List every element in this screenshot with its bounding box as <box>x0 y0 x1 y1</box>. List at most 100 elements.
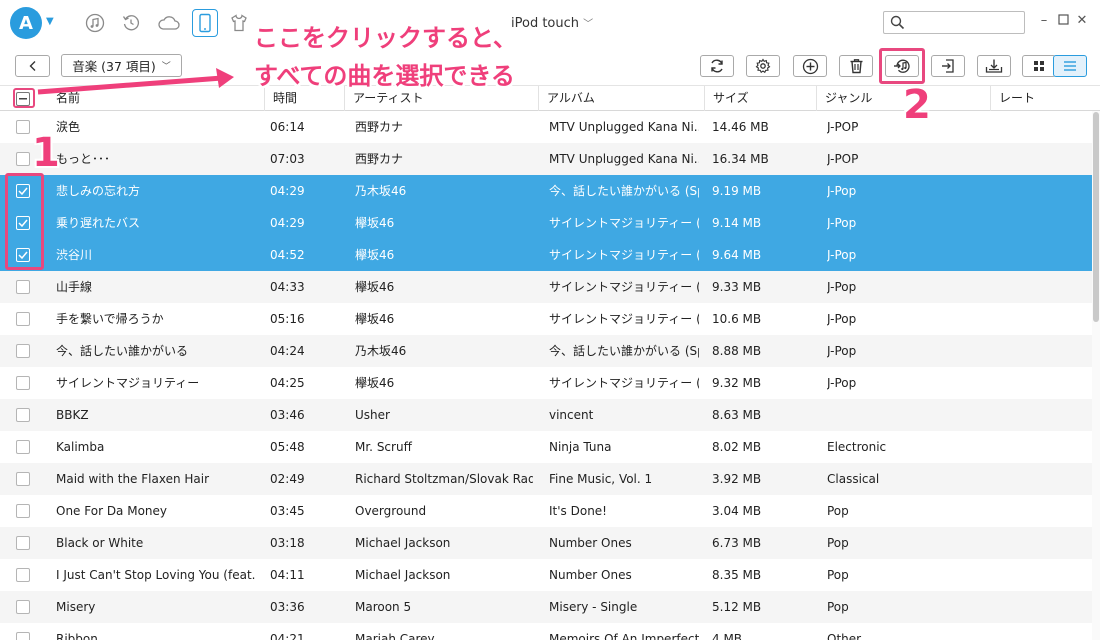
close-icon[interactable]: ✕ <box>1075 14 1089 28</box>
import-button[interactable] <box>931 55 965 77</box>
table-row[interactable]: 渋谷川 04:52 欅坂46 サイレントマジョリティー (Spec... 9.64 MB… <box>0 239 1092 271</box>
annotation-text-line2: すべての曲を選択できる <box>254 62 515 90</box>
annotation-arrow-icon <box>37 68 234 95</box>
cell-size: 9.32 MB <box>712 376 762 390</box>
device-icon[interactable] <box>192 9 218 37</box>
cell-artist: 欅坂46 <box>355 312 395 326</box>
cell-artist: Richard Stoltzman/Slovak Radi... <box>355 472 533 486</box>
settings-button[interactable] <box>746 55 780 77</box>
minimize-icon[interactable]: – <box>1037 14 1051 28</box>
cell-time: 05:16 <box>270 312 305 326</box>
row-checkbox[interactable] <box>16 120 30 134</box>
scrollbar-thumb[interactable] <box>1093 112 1099 322</box>
cell-album: Fine Music, Vol. 1 <box>549 472 653 486</box>
cell-name: Ribbon <box>56 632 98 640</box>
row-checkbox[interactable] <box>16 344 30 358</box>
maximize-icon[interactable] <box>1056 14 1070 28</box>
cell-time: 04:33 <box>270 280 305 294</box>
table-row[interactable]: Maid with the Flaxen Hair 02:49 Richard St… <box>0 463 1092 495</box>
column-header-album[interactable]: アルバム <box>538 86 704 111</box>
annotation-highlight-select-all <box>13 88 35 108</box>
cell-size: 14.46 MB <box>712 120 769 134</box>
list-icon <box>1064 61 1076 71</box>
row-checkbox[interactable] <box>16 152 30 166</box>
cell-artist: 欅坂46 <box>355 280 395 294</box>
cell-size: 8.02 MB <box>712 440 762 454</box>
row-checkbox[interactable] <box>16 632 30 640</box>
row-checkbox[interactable] <box>16 376 30 390</box>
cloud-icon[interactable] <box>156 12 182 34</box>
cell-name: 今、話したい誰かがいる <box>56 344 189 358</box>
restore-icon[interactable] <box>120 12 142 34</box>
table-row[interactable]: 悲しみの忘れ方 04:29 乃木坂46 今、話したい誰かがいる (Sp... 9.19 … <box>0 175 1092 207</box>
cell-time: 04:29 <box>270 216 305 230</box>
table-row[interactable]: 今、話したい誰かがいる 04:24 乃木坂46 今、話したい誰かがいる (Sp... 8… <box>0 335 1092 367</box>
annotation-text-line1: ここをクリックすると、 <box>254 24 518 52</box>
row-checkbox[interactable] <box>16 600 30 614</box>
row-checkbox[interactable] <box>16 312 30 326</box>
row-checkbox[interactable] <box>16 504 30 518</box>
cell-album: サイレントマジョリティー (Spec... <box>549 312 699 326</box>
row-checkbox[interactable] <box>16 536 30 550</box>
cell-size: 10.6 MB <box>712 312 762 326</box>
import-icon <box>942 59 954 73</box>
table-row[interactable]: BBKZ 03:46 Usher vincent 8.63 MB <box>0 399 1092 431</box>
table-row[interactable]: One For Da Money 03:45 Overground It's Done… <box>0 495 1092 527</box>
cell-album: サイレントマジョリティー (Spec... <box>549 376 699 390</box>
download-to-device-button[interactable] <box>977 55 1011 77</box>
cell-genre: Pop <box>827 536 849 550</box>
search-input[interactable] <box>910 14 1020 32</box>
row-checkbox[interactable] <box>16 472 30 486</box>
search-box[interactable] <box>883 11 1025 34</box>
delete-button[interactable] <box>839 55 873 77</box>
table-row[interactable]: もっと･･･ 07:03 西野カナ MTV Unplugged Kana Ni... 1… <box>0 143 1092 175</box>
cell-genre: Pop <box>827 568 849 582</box>
cell-genre: J-Pop <box>827 216 857 230</box>
cell-name: 悲しみの忘れ方 <box>56 184 141 198</box>
list-view-button[interactable] <box>1053 55 1087 77</box>
cell-size: 5.12 MB <box>712 600 762 614</box>
row-checkbox[interactable] <box>16 568 30 582</box>
plus-circle-icon <box>802 58 818 74</box>
row-checkbox[interactable] <box>16 280 30 294</box>
cell-genre: J-POP <box>827 152 859 166</box>
table-row[interactable]: Ribbon 04:21 Mariah Carey Memoirs Of An Imp… <box>0 623 1092 640</box>
cell-time: 03:45 <box>270 504 305 518</box>
cell-size: 8.35 MB <box>712 568 762 582</box>
table-row[interactable]: 乗り遅れたバス 04:29 欅坂46 サイレントマジョリティー (Spec... 9.1… <box>0 207 1092 239</box>
cell-time: 05:48 <box>270 440 305 454</box>
cell-album: Misery - Single <box>549 600 638 614</box>
table-row[interactable]: サイレントマジョリティー 04:25 欅坂46 サイレントマジョリティー (Spec.… <box>0 367 1092 399</box>
cell-album: vincent <box>549 408 594 422</box>
cell-name: Maid with the Flaxen Hair <box>56 472 210 486</box>
cell-artist: Usher <box>355 408 390 422</box>
cell-album: サイレントマジョリティー (Spec... <box>549 248 699 262</box>
grid-view-button[interactable] <box>1022 55 1056 77</box>
table-row[interactable]: 山手線 04:33 欅坂46 サイレントマジョリティー (Spec... 9.33 MB… <box>0 271 1092 303</box>
cell-name: サイレントマジョリティー <box>56 376 200 390</box>
cell-size: 3.92 MB <box>712 472 762 486</box>
table-row[interactable]: Kalimba 05:48 Mr. Scruff Ninja Tuna 8.02 MB E… <box>0 431 1092 463</box>
tshirt-icon[interactable] <box>228 12 250 34</box>
device-title-text: iPod touch <box>511 16 580 31</box>
column-header-rate[interactable]: レート <box>990 86 1092 111</box>
table-row[interactable]: I Just Can't Stop Loving You (feat.... 04… <box>0 559 1092 591</box>
app-menu-caret-icon[interactable]: ▼ <box>46 16 54 27</box>
table-row[interactable]: Black or White 03:18 Michael Jackson Number… <box>0 527 1092 559</box>
cell-genre: J-Pop <box>827 280 857 294</box>
table-row[interactable]: Misery 03:36 Maroon 5 Misery - Single 5.12 M… <box>0 591 1092 623</box>
row-checkbox[interactable] <box>16 440 30 454</box>
cell-name: もっと･･･ <box>56 152 111 166</box>
refresh-button[interactable] <box>700 55 734 77</box>
table-row[interactable]: 手を繋いで帰ろうか 05:16 欅坂46 サイレントマジョリティー (Spec... 1… <box>0 303 1092 335</box>
add-button[interactable] <box>793 55 827 77</box>
device-title[interactable]: iPod touch ﹀ <box>511 15 593 31</box>
app-logo-icon[interactable]: A <box>10 7 42 39</box>
cell-name: 涙色 <box>56 120 81 134</box>
row-checkbox[interactable] <box>16 408 30 422</box>
cell-album: Number Ones <box>549 536 632 550</box>
cell-genre: Other <box>827 632 862 640</box>
column-header-size[interactable]: サイズ <box>704 86 816 111</box>
music-icon[interactable] <box>84 12 106 34</box>
cell-time: 04:25 <box>270 376 305 390</box>
